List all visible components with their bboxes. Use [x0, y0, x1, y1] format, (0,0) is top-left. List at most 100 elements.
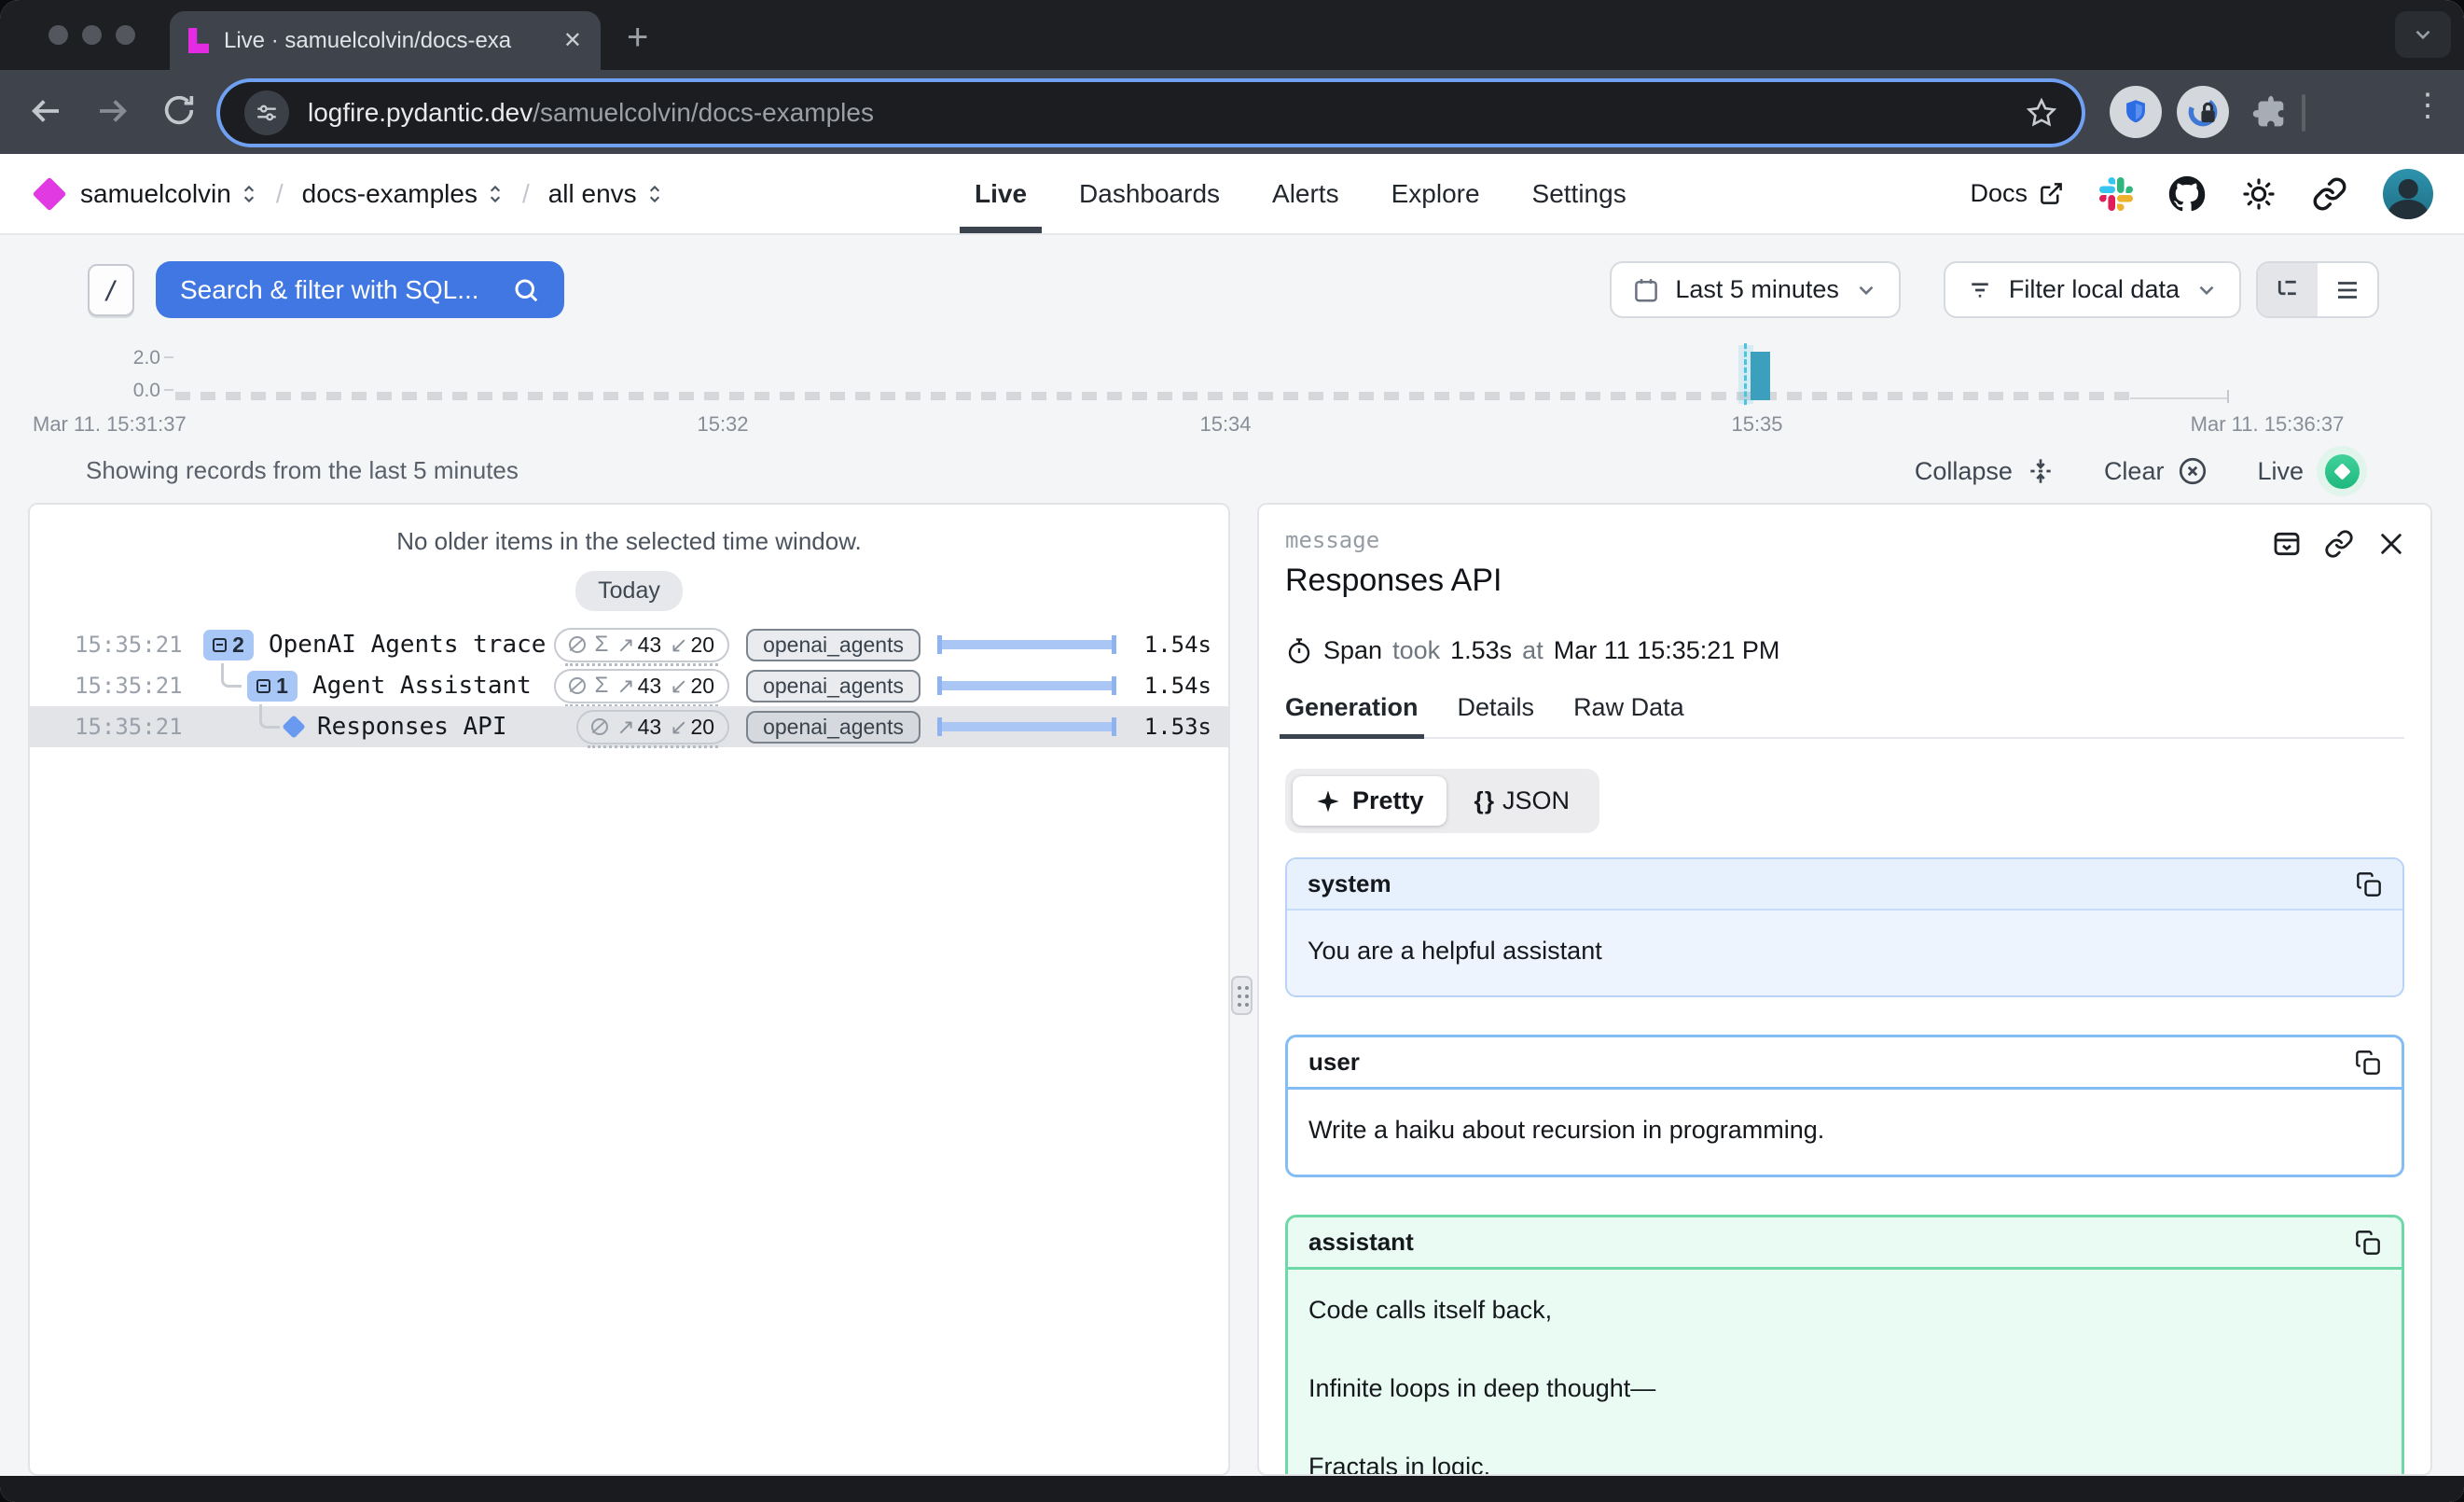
github-icon[interactable] — [2168, 175, 2206, 213]
zoom-window-button[interactable] — [116, 25, 135, 45]
nav-settings[interactable]: Settings — [1532, 154, 1627, 233]
site-settings-icon[interactable] — [244, 90, 289, 135]
x-tick-label: 15:34 — [1199, 412, 1251, 437]
slack-icon[interactable] — [2099, 177, 2133, 211]
timeline-spike-bar[interactable] — [1751, 352, 1770, 400]
trace-name: Responses API — [317, 713, 507, 741]
today-chip[interactable]: Today — [575, 571, 683, 611]
copy-link-icon[interactable] — [2324, 529, 2354, 559]
copy-icon[interactable] — [2356, 871, 2382, 897]
scope-tag[interactable]: openai_agents — [746, 670, 921, 702]
scope-tag[interactable]: openai_agents — [746, 629, 921, 661]
tab-search-button[interactable] — [2395, 11, 2451, 58]
live-toggle[interactable]: Live — [2257, 446, 2367, 496]
share-link-icon[interactable] — [2312, 176, 2347, 212]
updown-chevron-icon — [487, 182, 504, 206]
trace-timestamp: 15:35:21 — [75, 714, 179, 740]
list-view-toggle[interactable] — [2318, 263, 2377, 316]
privacy-extension-icon[interactable] — [2177, 86, 2229, 138]
filter-local-data-button[interactable]: Filter local data — [1944, 261, 2241, 318]
chevron-down-icon — [2411, 22, 2435, 47]
browser-tab[interactable]: Live · samuelcolvin/docs-exa — [170, 11, 601, 70]
org-selector[interactable]: samuelcolvin — [80, 179, 257, 209]
time-range-button[interactable]: Last 5 minutes — [1610, 261, 1901, 318]
scope-tag[interactable]: openai_agents — [746, 711, 921, 744]
browser-toolbar: logfire.pydantic.dev/samuelcolvin/docs-e… — [0, 70, 2464, 154]
collapse-button[interactable]: Collapse — [1915, 456, 2056, 486]
reload-button[interactable] — [160, 91, 198, 129]
header-actions: Docs — [1970, 154, 2433, 233]
span-kind-label: message — [1285, 527, 2404, 553]
detail-tabs: Generation Details Raw Data — [1285, 693, 2404, 739]
collapse-span-badge[interactable]: 1 — [247, 671, 298, 702]
minimize-window-button[interactable] — [82, 25, 102, 45]
clear-button[interactable]: Clear — [2104, 455, 2209, 487]
panel-resize-handle[interactable] — [1231, 976, 1253, 1015]
tree-view-icon — [2274, 276, 2302, 304]
url-bar[interactable]: logfire.pydantic.dev/samuelcolvin/docs-e… — [220, 82, 2082, 144]
stopwatch-icon — [1285, 637, 1313, 665]
tab-generation[interactable]: Generation — [1285, 693, 1419, 737]
theme-sun-icon[interactable] — [2241, 176, 2277, 212]
breadcrumb: samuelcolvin docs-examples all envs — [37, 154, 663, 233]
nav-dashboards[interactable]: Dashboards — [1079, 154, 1220, 233]
trace-row[interactable]: 15:35:21 2 OpenAI Agents trace Agent… Σ … — [30, 624, 1228, 665]
project-selector[interactable]: docs-examples — [302, 179, 504, 209]
sparkle-icon — [1315, 788, 1341, 814]
pretty-json-toggle: Pretty JSON — [1285, 769, 1599, 833]
user-avatar[interactable] — [2383, 169, 2433, 219]
search-icon — [512, 276, 540, 304]
breadcrumb-separator — [276, 179, 284, 209]
status-row: Showing records from the last 5 minutes … — [0, 448, 2464, 494]
extensions-puzzle-icon[interactable] — [2248, 90, 2291, 133]
tab-raw-data[interactable]: Raw Data — [1573, 693, 1684, 737]
view-toggle — [2256, 261, 2379, 318]
nav-explore[interactable]: Explore — [1391, 154, 1480, 233]
trace-row[interactable]: 15:35:21 1 Agent Assistant Σ 43 20 — [30, 665, 1228, 706]
y-tick-mark — [164, 356, 173, 358]
activity-timeline[interactable]: 2.0 0.0 Mar 11. 15:31:37 15:32 15:34 15:… — [0, 345, 2464, 443]
url-text[interactable]: logfire.pydantic.dev/samuelcolvin/docs-e… — [308, 98, 874, 128]
back-button[interactable] — [26, 91, 65, 131]
span-duration-bar — [937, 681, 1116, 690]
copy-icon[interactable] — [2355, 1230, 2381, 1256]
dock-panel-icon[interactable] — [2272, 529, 2302, 559]
slash-shortcut-key: / — [88, 264, 134, 316]
output-tokens: 20 — [670, 715, 714, 740]
close-window-button[interactable] — [48, 25, 68, 45]
nav-alerts[interactable]: Alerts — [1272, 154, 1339, 233]
new-tab-button[interactable] — [627, 17, 648, 59]
tab-close-icon[interactable] — [563, 27, 582, 54]
y-tick-mark — [164, 389, 173, 391]
window-controls — [48, 25, 135, 45]
close-panel-icon[interactable] — [2376, 529, 2406, 559]
copy-icon[interactable] — [2355, 1050, 2381, 1076]
token-usage-badge[interactable]: 43 20 — [576, 710, 729, 744]
token-usage-badge[interactable]: Σ 43 20 — [554, 628, 729, 662]
collapse-span-badge[interactable]: 2 — [203, 630, 254, 661]
tab-details[interactable]: Details — [1458, 693, 1535, 737]
span-title: Responses API — [1285, 563, 2404, 599]
token-usage-badge[interactable]: Σ 43 20 — [554, 669, 729, 703]
external-link-icon — [2039, 181, 2064, 206]
span-detail-panel: message Responses API Span took 1.53s at… — [1257, 503, 2432, 1476]
x-tick-label: Mar 11. 15:31:37 — [33, 412, 187, 437]
timeline-cursor-line — [1744, 343, 1747, 405]
input-tokens: 43 — [616, 715, 661, 740]
trace-row-selected[interactable]: 15:35:21 Responses API 43 20 openai_agen… — [30, 706, 1228, 747]
docs-link[interactable]: Docs — [1970, 179, 2064, 208]
bookmark-star-icon[interactable] — [2026, 97, 2057, 129]
forward-button[interactable] — [93, 91, 132, 131]
env-selector[interactable]: all envs — [548, 179, 663, 209]
span-duration: 1.53s — [1450, 636, 1512, 665]
pretty-view-toggle[interactable]: Pretty — [1293, 776, 1447, 826]
toolbar-right-controls: Last 5 minutes Filter local data — [1610, 261, 2379, 318]
nav-live[interactable]: Live — [975, 154, 1027, 233]
bitwarden-extension-icon[interactable] — [2110, 86, 2162, 138]
trace-rows: 15:35:21 2 OpenAI Agents trace Agent… Σ … — [30, 624, 1228, 747]
json-view-toggle[interactable]: JSON — [1452, 776, 1592, 826]
sql-search-button[interactable]: Search & filter with SQL... — [156, 261, 564, 318]
tree-view-toggle[interactable] — [2258, 263, 2318, 316]
browser-menu-icon[interactable] — [2412, 87, 2443, 124]
collapse-square-icon — [256, 679, 270, 693]
